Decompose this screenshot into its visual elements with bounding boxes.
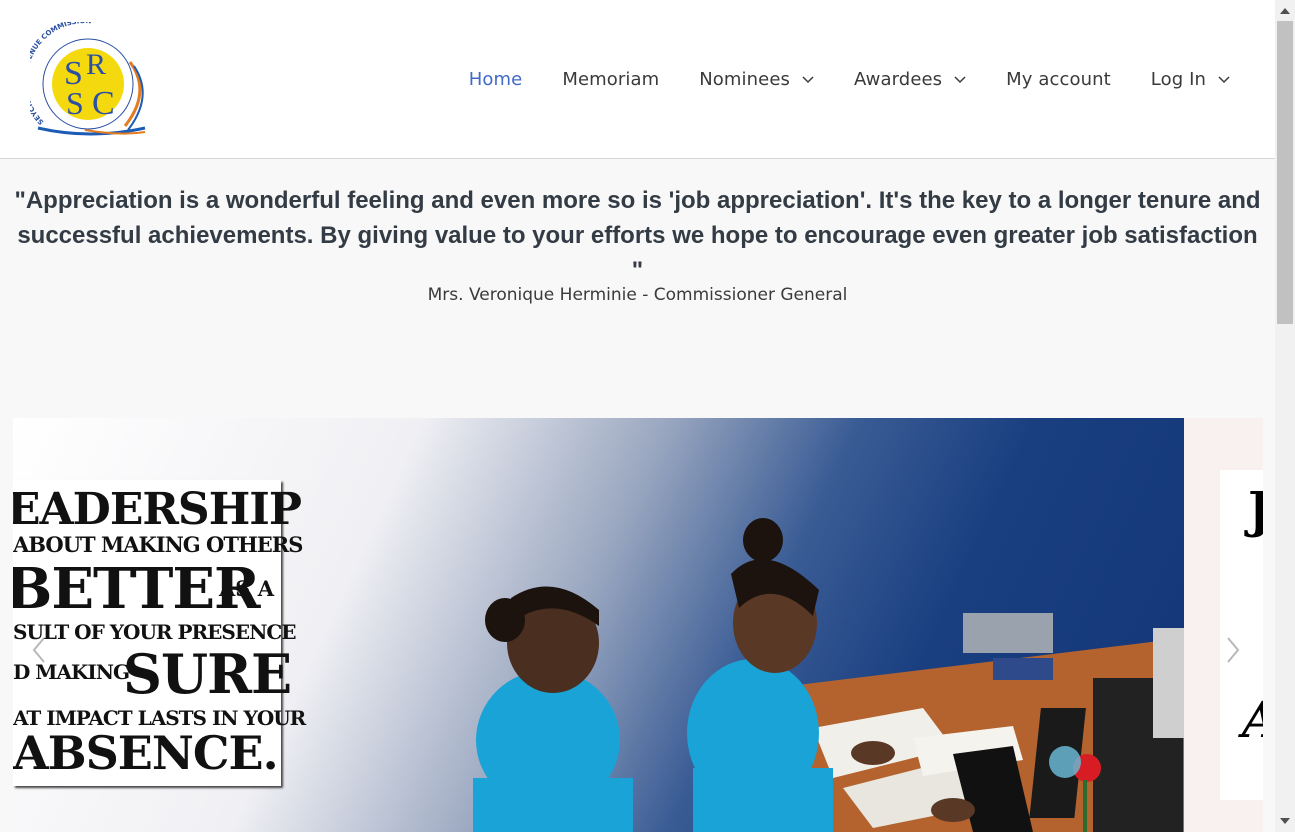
nav-nominees[interactable]: Nominees	[699, 69, 814, 90]
quote-image-line: AS A	[219, 576, 275, 601]
quote-image-line: ABOUT MAKING OTHERS	[13, 532, 303, 557]
nav-memoriam[interactable]: Memoriam	[562, 69, 659, 90]
chevron-left-icon[interactable]	[29, 632, 49, 668]
src-logo[interactable]: SEYCHELLES REVENUE COMMISSION S R S C	[30, 22, 150, 138]
carousel-slide-current: EADERSHIP ABOUT MAKING OTHERS BETTER AS …	[13, 418, 1184, 832]
nav-login-label: Log In	[1150, 69, 1206, 90]
quote-line-2: successful achievements. By giving value…	[17, 222, 1258, 284]
quote-image-line: SULT OF YOUR PRESENCE	[13, 620, 297, 644]
chevron-down-icon[interactable]	[1218, 75, 1230, 84]
quote-line-1: "Appreciation is a wonderful feeling and…	[14, 187, 1261, 214]
svg-text:R: R	[86, 48, 106, 81]
leadership-quote-image: EADERSHIP ABOUT MAKING OTHERS BETTER AS …	[13, 480, 306, 786]
chevron-down-icon[interactable]	[802, 75, 814, 84]
nav-awardees[interactable]: Awardees	[854, 69, 966, 90]
nav-my-account[interactable]: My account	[1006, 69, 1111, 90]
site-header: SEYCHELLES REVENUE COMMISSION S R S C Ho…	[0, 0, 1275, 159]
main-nav: Home Memoriam Nominees Awardees My accou…	[429, 0, 1230, 159]
page-scrollbar[interactable]	[1275, 0, 1295, 832]
quote-image-line: EADERSHIP	[13, 484, 302, 535]
image-carousel[interactable]: EADERSHIP ABOUT MAKING OTHERS BETTER AS …	[13, 418, 1263, 832]
svg-text:C: C	[92, 85, 115, 122]
next-slide-glyph: J	[1248, 480, 1263, 539]
nav-my-account-label: My account	[1006, 69, 1111, 90]
scroll-up-arrow-icon[interactable]	[1280, 7, 1290, 15]
appreciation-quote: "Appreciation is a wonderful feeling and…	[0, 183, 1275, 288]
chevron-right-icon[interactable]	[1223, 632, 1243, 668]
office-photo	[473, 518, 1184, 832]
quote-author: Mrs. Veronique Herminie - Commissioner G…	[427, 285, 848, 305]
nav-memoriam-label: Memoriam	[562, 69, 660, 90]
nav-login[interactable]: Log In	[1151, 69, 1230, 90]
svg-text:S: S	[66, 85, 84, 121]
scroll-down-arrow-icon[interactable]	[1280, 817, 1290, 825]
next-slide-glyph: A	[1242, 690, 1263, 749]
scrollbar-thumb[interactable]	[1277, 21, 1293, 324]
nav-home-label: Home	[468, 69, 523, 90]
quote-image-line: ABSENCE.	[13, 726, 279, 780]
chevron-down-icon[interactable]	[954, 75, 966, 84]
nav-nominees-label: Nominees	[699, 69, 790, 90]
nav-awardees-label: Awardees	[853, 69, 943, 90]
quote-image-line: SURE	[123, 642, 292, 706]
nav-home[interactable]: Home	[469, 69, 523, 90]
